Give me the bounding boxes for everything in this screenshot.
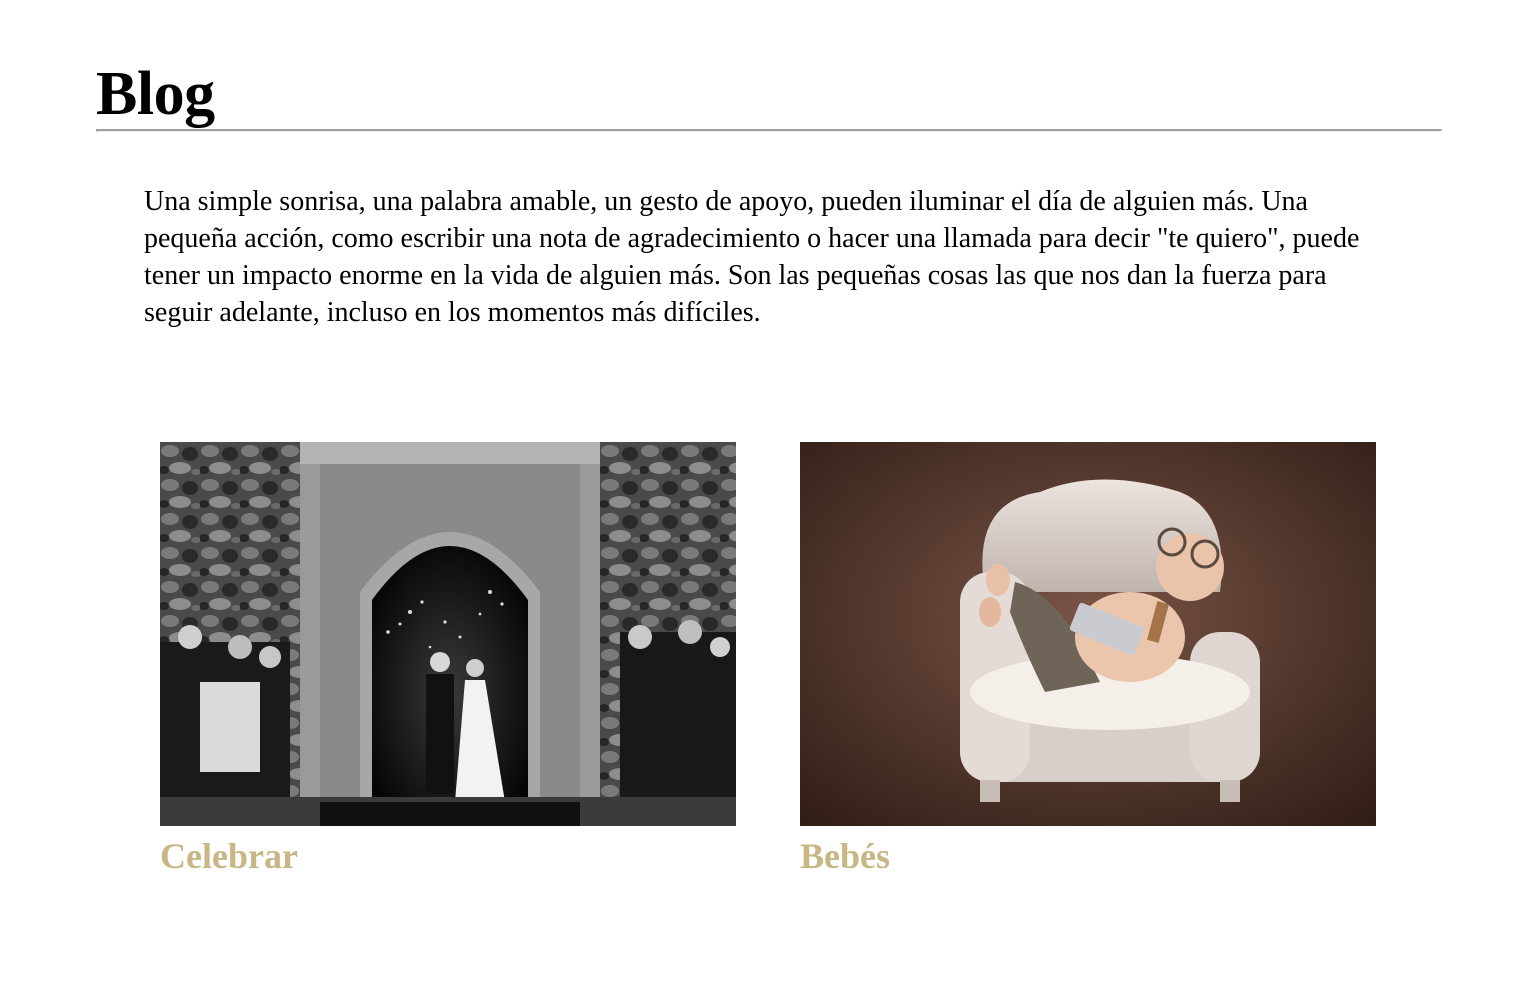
title-divider: [96, 129, 1442, 132]
page-title: Blog: [96, 60, 215, 128]
post-title-bebes[interactable]: Bebés: [800, 834, 1376, 878]
blog-post-card-bebes: Bebés: [800, 442, 1376, 878]
post-title-celebrar[interactable]: Celebrar: [160, 834, 736, 878]
newborn-photo[interactable]: [800, 442, 1376, 826]
blog-post-card-celebrar: Celebrar: [160, 442, 736, 878]
wedding-photo[interactable]: [160, 442, 736, 826]
intro-paragraph: Una simple sonrisa, una palabra amable, …: [144, 186, 1360, 328]
